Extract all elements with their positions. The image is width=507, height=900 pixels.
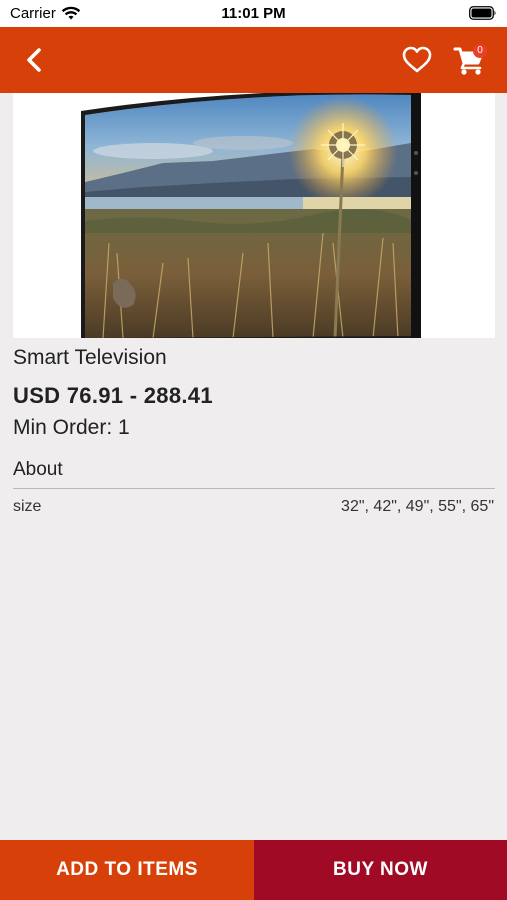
product-price: USD 76.91 - 288.41	[13, 383, 213, 408]
favorite-button[interactable]	[400, 43, 434, 77]
buy-now-button[interactable]: BUY NOW	[254, 840, 507, 900]
status-bar: Carrier 11:01 PM	[0, 0, 507, 27]
attribute-label: size	[13, 498, 42, 515]
nav-bar: 0	[0, 27, 507, 93]
min-order: Min Order: 1	[13, 416, 130, 440]
back-button[interactable]	[18, 43, 52, 77]
chevron-left-icon	[27, 48, 41, 72]
about-divider	[13, 488, 495, 489]
product-title: Smart Television	[13, 346, 167, 369]
battery-icon	[469, 6, 497, 25]
heart-icon	[402, 46, 432, 73]
cart-button[interactable]: 0	[452, 41, 492, 79]
product-image[interactable]	[13, 93, 495, 338]
about-heading: About	[13, 459, 63, 480]
min-order-label: Min Order:	[13, 416, 113, 439]
min-order-value: 1	[118, 416, 130, 439]
cart-count-badge: 0	[473, 44, 487, 58]
attribute-value: 32", 42", 49", 55", 65"	[341, 498, 494, 515]
add-to-items-button[interactable]: ADD TO ITEMS	[0, 840, 254, 900]
status-time: 11:01 PM	[221, 5, 286, 22]
